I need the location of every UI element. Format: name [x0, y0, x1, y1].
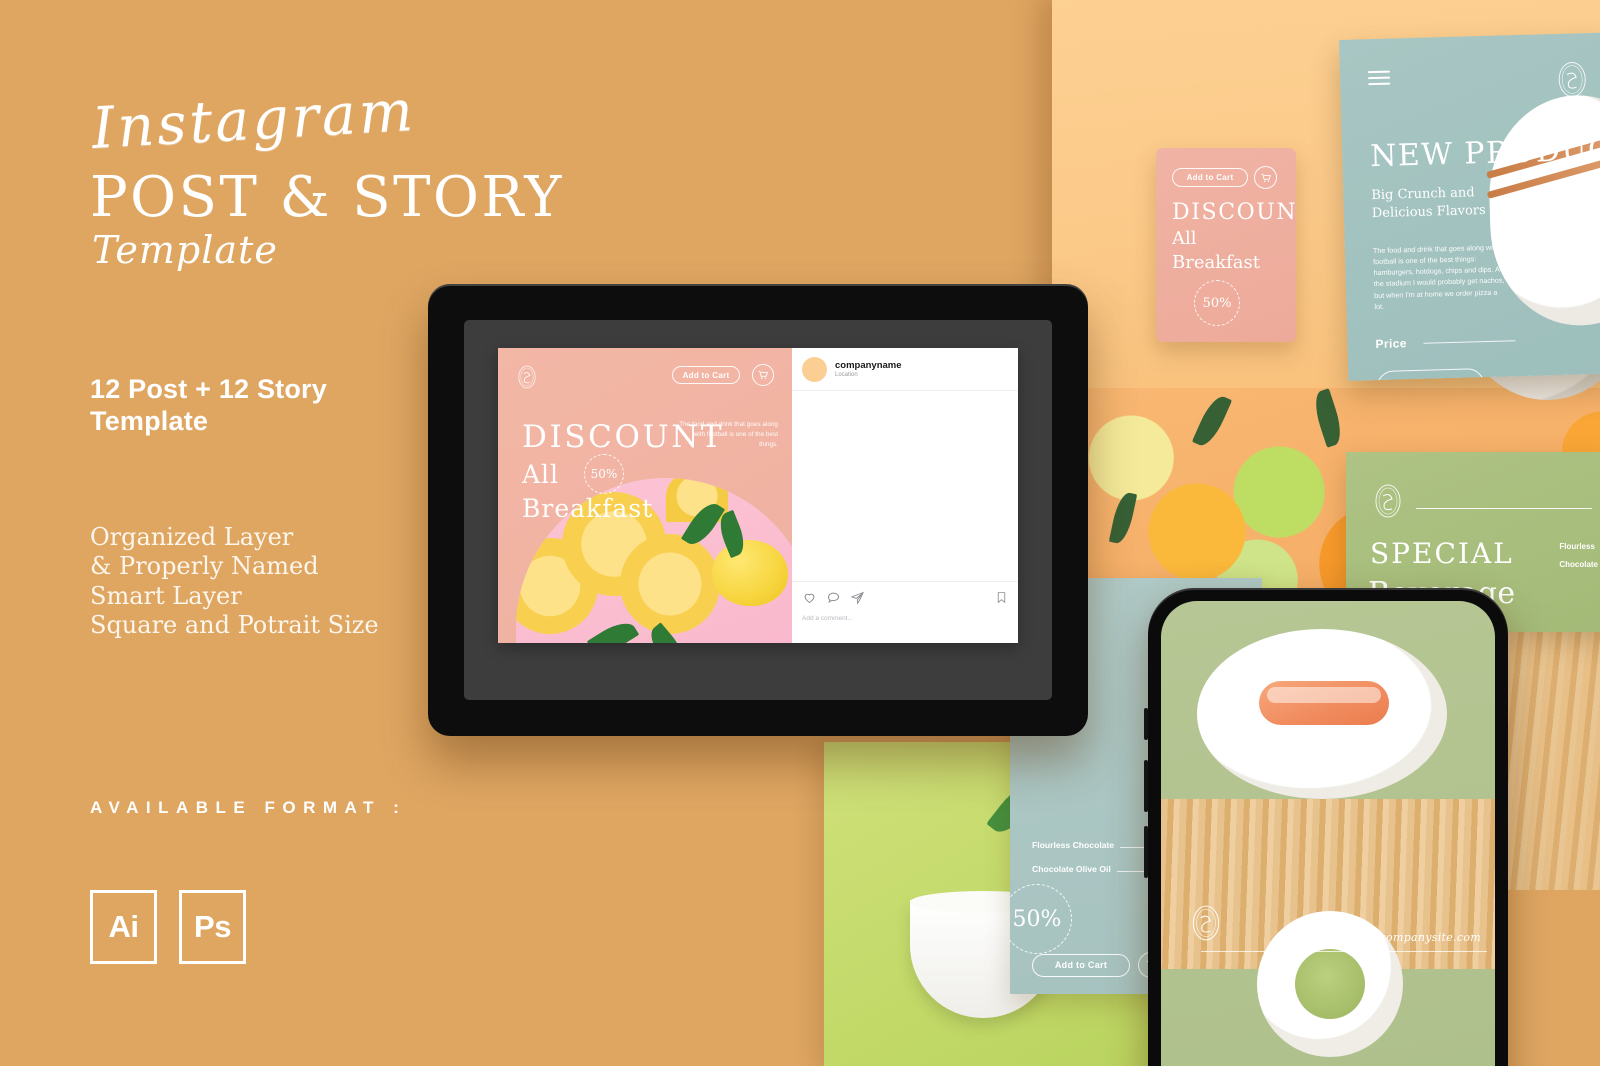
photoshop-badge: Ps: [179, 890, 246, 964]
post-paragraph: The food and drink that goes along with …: [679, 421, 778, 448]
monogram-logo-icon: [516, 364, 538, 390]
monogram-logo-icon: [1554, 59, 1591, 100]
instagram-card: companyname Location Add a comment...: [792, 348, 1018, 643]
phone-volume-down-button[interactable]: [1144, 826, 1148, 878]
illustrator-badge-label: Ai: [108, 909, 140, 944]
discount-badge: 50%: [584, 454, 624, 494]
poster-canvas: Instagram POST & STORY Template 12 Post …: [0, 0, 1600, 1066]
photoshop-badge-label: Ps: [194, 909, 231, 944]
feature-list: Organized Layer & Properly Named Smart L…: [90, 523, 379, 639]
new-product-paragraph: The food and drink that goes along with …: [1372, 242, 1505, 311]
add-to-cart-button[interactable]: Add to Cart: [1032, 953, 1130, 977]
share-icon[interactable]: [850, 590, 865, 610]
post-line3: Breakfast: [522, 494, 654, 523]
wasabi-paste: [1295, 949, 1365, 1019]
instagram-actions: [792, 582, 1018, 613]
add-to-cart-label: Add to Cart: [1186, 173, 1234, 182]
special-menu-item: Chocolate: [1559, 560, 1598, 570]
pink-discount-card: Add to Cart DISCOUNT All Breakfast 50%: [1156, 148, 1296, 342]
new-product-title: NEW PRODUCT: [1369, 131, 1600, 175]
add-to-cart-button[interactable]: Add to Cart: [1172, 168, 1248, 187]
price-divider: [1423, 340, 1516, 344]
menu-card-footer: Add to Cart: [1032, 952, 1164, 978]
heart-icon[interactable]: [802, 590, 817, 610]
discount-badge: 50%: [1010, 884, 1072, 954]
location: Location: [835, 371, 858, 378]
comment-input[interactable]: Add a comment...: [792, 613, 1018, 624]
phone-mockup: www.companysite.com: [1144, 588, 1508, 1066]
format-badges: Ai Ps: [90, 890, 246, 964]
special-divider: [1416, 508, 1592, 509]
menu-item-name: Flourless Chocolate: [1032, 840, 1115, 850]
shrimp-sushi: [1259, 681, 1389, 725]
phone-mute-button[interactable]: [1144, 708, 1148, 740]
pink-card-line2: All: [1172, 228, 1197, 249]
tablet-screen: Add to Cart DISCOUNT All Breakfast 50% T…: [464, 320, 1052, 700]
phone-volume-up-button[interactable]: [1144, 760, 1148, 812]
sushi-plate-photo: [1197, 629, 1447, 799]
available-format-label: AVAILABLE FORMAT :: [90, 798, 407, 817]
add-to-cart-button[interactable]: Add to Cart: [672, 366, 740, 384]
pink-card-title: DISCOUNT: [1172, 200, 1296, 225]
post-line2: All: [522, 460, 560, 489]
hamburger-menu-icon[interactable]: [1367, 70, 1391, 90]
illustrator-badge: Ai: [90, 890, 157, 964]
monogram-logo-icon: [1372, 482, 1404, 520]
monogram-logo-icon: [1189, 903, 1223, 943]
page-subtitle: Template: [92, 228, 278, 272]
instagram-header: companyname Location: [792, 348, 1018, 390]
discount-post-design: Add to Cart DISCOUNT All Breakfast 50% T…: [498, 348, 792, 643]
add-to-cart-label: Add to Cart: [682, 370, 730, 380]
page-title: POST & STORY: [90, 165, 564, 230]
count-line: 12 Post + 12 Story Template: [90, 374, 327, 436]
phone-screen: www.companysite.com: [1161, 601, 1495, 1066]
url-divider: [1201, 951, 1487, 952]
avatar[interactable]: [802, 357, 827, 382]
username: companyname: [835, 359, 902, 371]
new-product-card: NEW PRODUCT Big Crunch and Delicious Fla…: [1339, 32, 1600, 381]
shopping-cart-icon[interactable]: [752, 364, 774, 386]
discount-badge: 50%: [1194, 280, 1240, 326]
tablet-mockup: Add to Cart DISCOUNT All Breakfast 50% T…: [428, 284, 1088, 736]
new-product-subtitle: Big Crunch and Delicious Flavors: [1371, 185, 1486, 221]
shopping-cart-icon[interactable]: [1254, 166, 1277, 189]
special-title: SPECIAL: [1370, 537, 1514, 570]
website-url: www.companysite.com: [1347, 931, 1481, 944]
menu-item-name: Chocolate Olive Oil: [1032, 864, 1111, 874]
price-label: Price: [1375, 336, 1408, 352]
script-title: Instagram: [90, 77, 418, 162]
post-media: [792, 390, 1018, 582]
special-menu-item: Flourless: [1559, 542, 1595, 551]
add-to-cart-label: Add to Cart: [1054, 960, 1108, 970]
comment-icon[interactable]: [826, 590, 841, 610]
bookmark-icon[interactable]: [995, 591, 1008, 609]
special-menu-list: Flourless Chocolate: [1559, 538, 1598, 575]
pink-card-line3: Breakfast: [1172, 252, 1260, 273]
instagram-post-preview: Add to Cart DISCOUNT All Breakfast 50% T…: [498, 348, 1018, 643]
